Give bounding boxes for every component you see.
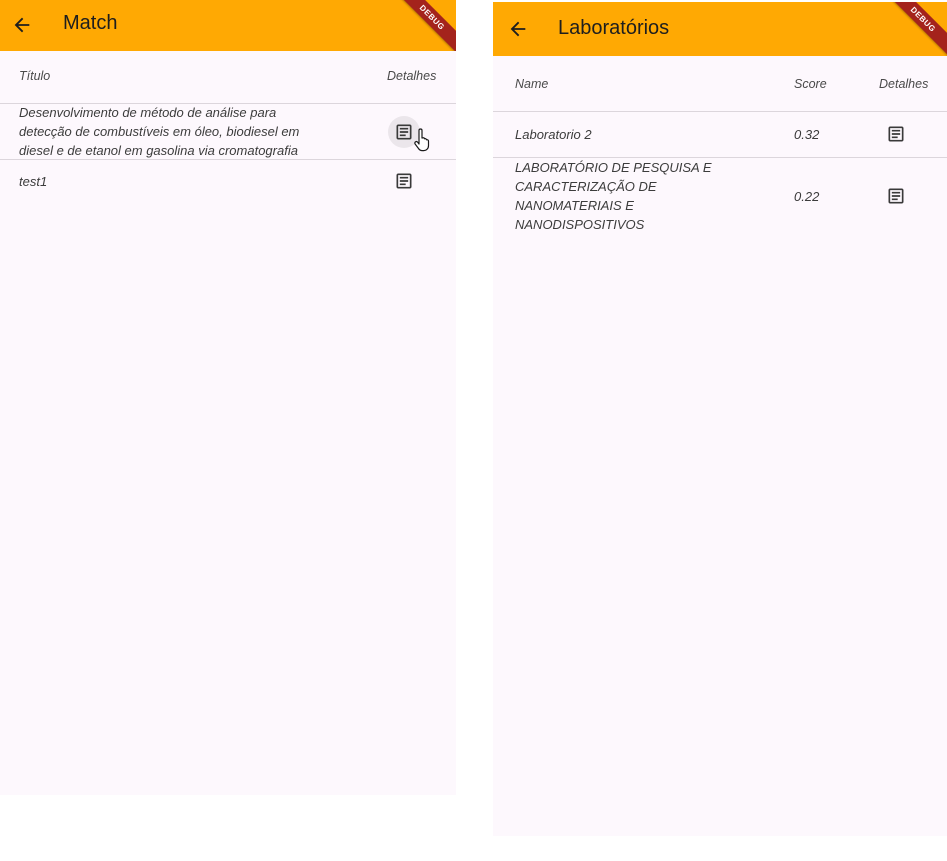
table-row: Laboratorio 2 0.32 <box>493 112 947 157</box>
column-header-name: Name <box>515 77 549 91</box>
details-button[interactable] <box>880 180 912 212</box>
arrow-back-icon <box>510 21 526 37</box>
article-icon <box>396 124 412 140</box>
row-title: Desenvolvimento de método de análise par… <box>19 105 300 158</box>
column-header-score: Score <box>794 77 827 91</box>
row-score: 0.32 <box>794 127 820 142</box>
arrow-back-icon <box>14 17 30 33</box>
back-button[interactable] <box>498 9 538 49</box>
details-button[interactable] <box>388 165 420 197</box>
column-header-title: Título <box>19 69 51 83</box>
debug-banner: DEBUG <box>392 0 456 51</box>
hand-pointer-icon <box>414 128 430 152</box>
table-row: LABORATÓRIO DE PESQUISA E CARACTERIZAÇÃO… <box>493 158 947 238</box>
page-title: Laboratórios <box>558 17 670 39</box>
row-name: Laboratorio 2 <box>515 127 592 142</box>
match-screen: Match DEBUG Título Detalhes Desenvolvime… <box>0 0 456 795</box>
article-icon <box>888 188 904 204</box>
page-title: Match <box>63 12 118 34</box>
table-header-row: Título Detalhes <box>0 51 456 103</box>
app-bar: Laboratórios DEBUG <box>493 2 947 56</box>
debug-banner: DEBUG <box>883 2 947 56</box>
row-name: LABORATÓRIO DE PESQUISA E CARACTERIZAÇÃO… <box>515 160 712 232</box>
article-icon <box>888 126 904 142</box>
app-bar: Match DEBUG <box>0 0 456 51</box>
row-title: test1 <box>19 174 48 189</box>
article-icon <box>396 173 412 189</box>
column-header-details: Detalhes <box>879 77 929 91</box>
details-button[interactable] <box>880 118 912 150</box>
table-row: test1 <box>0 160 456 202</box>
table-header-row: Name Score Detalhes <box>493 56 947 111</box>
row-score: 0.22 <box>794 189 820 204</box>
back-button[interactable] <box>2 5 42 45</box>
column-header-details: Detalhes <box>387 69 437 83</box>
laboratorios-screen: Laboratórios DEBUG Name Score Detalhes L… <box>493 2 947 836</box>
table-row: Desenvolvimento de método de análise par… <box>0 104 456 159</box>
